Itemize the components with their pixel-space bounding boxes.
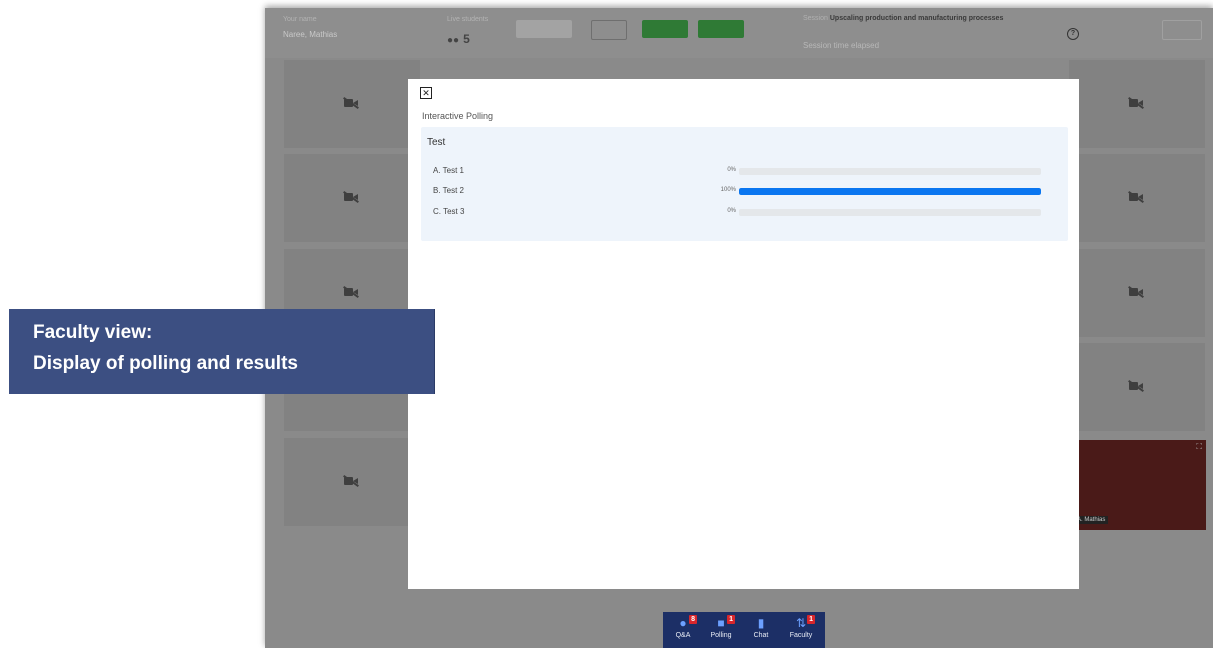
video-tile[interactable] [284, 60, 420, 148]
nav-polling-button[interactable]: ■ Polling 1 [703, 615, 739, 647]
camera-toggle-button[interactable] [642, 20, 688, 38]
option-progress-fill [739, 188, 1041, 195]
option-label: C. Test 3 [433, 207, 465, 216]
option-percent: 100% [720, 187, 736, 193]
camera-off-icon [343, 97, 359, 109]
session-title: Session Upscaling production and manufac… [803, 15, 1004, 22]
expand-icon[interactable]: ⛶ [1196, 442, 1202, 452]
mic-toggle-button[interactable] [698, 20, 744, 38]
participant-name-tag: A. Mathias [1074, 516, 1109, 524]
camera-off-icon [343, 286, 359, 298]
session-time-elapsed: Session time elapsed [803, 41, 880, 50]
people-counter: ●● 5 [447, 32, 470, 46]
poll-option-row: C. Test 3 0% [421, 206, 1068, 220]
video-tile[interactable] [1069, 343, 1205, 431]
people-label: Live students [447, 16, 489, 23]
annotation-line-1: Faculty view: [33, 322, 153, 343]
poll-results-card: Test A. Test 1 0% B. Test 2 100% C. Test… [421, 127, 1068, 241]
nav-faculty-button[interactable]: ⇅ Faculty 1 [783, 615, 819, 647]
option-label: B. Test 2 [433, 186, 464, 195]
camera-off-icon [343, 191, 359, 203]
camera-off-icon [1128, 286, 1144, 298]
toolbar-button[interactable] [516, 20, 572, 38]
nav-qa-button[interactable]: ● Q&A 8 [665, 615, 701, 647]
people-icon: ●● [447, 35, 460, 46]
camera-off-icon [343, 475, 359, 487]
option-percent: 0% [727, 167, 736, 173]
video-tile[interactable] [1069, 249, 1205, 337]
video-tile[interactable] [284, 154, 420, 242]
poll-option-row: B. Test 2 100% [421, 185, 1068, 199]
annotation-line-2: Display of polling and results [33, 353, 298, 374]
annotation-callout: Faculty view: Display of polling and res… [9, 309, 435, 394]
option-progress-track [739, 188, 1041, 195]
option-progress-track [739, 168, 1041, 175]
close-icon[interactable]: ✕ [420, 87, 432, 99]
end-session-button[interactable] [1162, 20, 1202, 40]
bottom-nav-bar: ● Q&A 8 ■ Polling 1 ▮ Chat ⇅ Faculty 1 [663, 612, 825, 648]
option-label: A. Test 1 [433, 166, 464, 175]
modal-title: Interactive Polling [422, 111, 494, 121]
chat-icon: ▮ [757, 616, 765, 630]
nav-chat-button[interactable]: ▮ Chat [743, 615, 779, 647]
qa-badge: 8 [689, 615, 697, 624]
help-icon[interactable]: ? [1067, 28, 1079, 40]
settings-dropdown-button[interactable] [591, 20, 627, 40]
video-tile[interactable] [284, 438, 420, 526]
camera-off-icon [1128, 97, 1144, 109]
video-tile[interactable] [1069, 154, 1205, 242]
option-progress-track [739, 209, 1041, 216]
name-label: Your name [283, 16, 317, 23]
poll-option-row: A. Test 1 0% [421, 165, 1068, 179]
poll-question: Test [427, 137, 446, 148]
top-toolbar: Your name Naree, Mathias Live students ●… [265, 8, 1213, 58]
self-video-tile[interactable]: ⛶ A. Mathias [1069, 440, 1206, 530]
faculty-badge: 1 [807, 615, 815, 624]
camera-off-icon [1128, 380, 1144, 392]
people-count: 5 [463, 32, 470, 46]
polling-badge: 1 [727, 615, 735, 624]
user-name: Naree, Mathias [283, 30, 338, 39]
polling-modal: ✕ Interactive Polling Test A. Test 1 0% … [408, 79, 1079, 589]
option-percent: 0% [727, 208, 736, 214]
video-tile[interactable] [1069, 60, 1205, 148]
camera-off-icon [1128, 191, 1144, 203]
